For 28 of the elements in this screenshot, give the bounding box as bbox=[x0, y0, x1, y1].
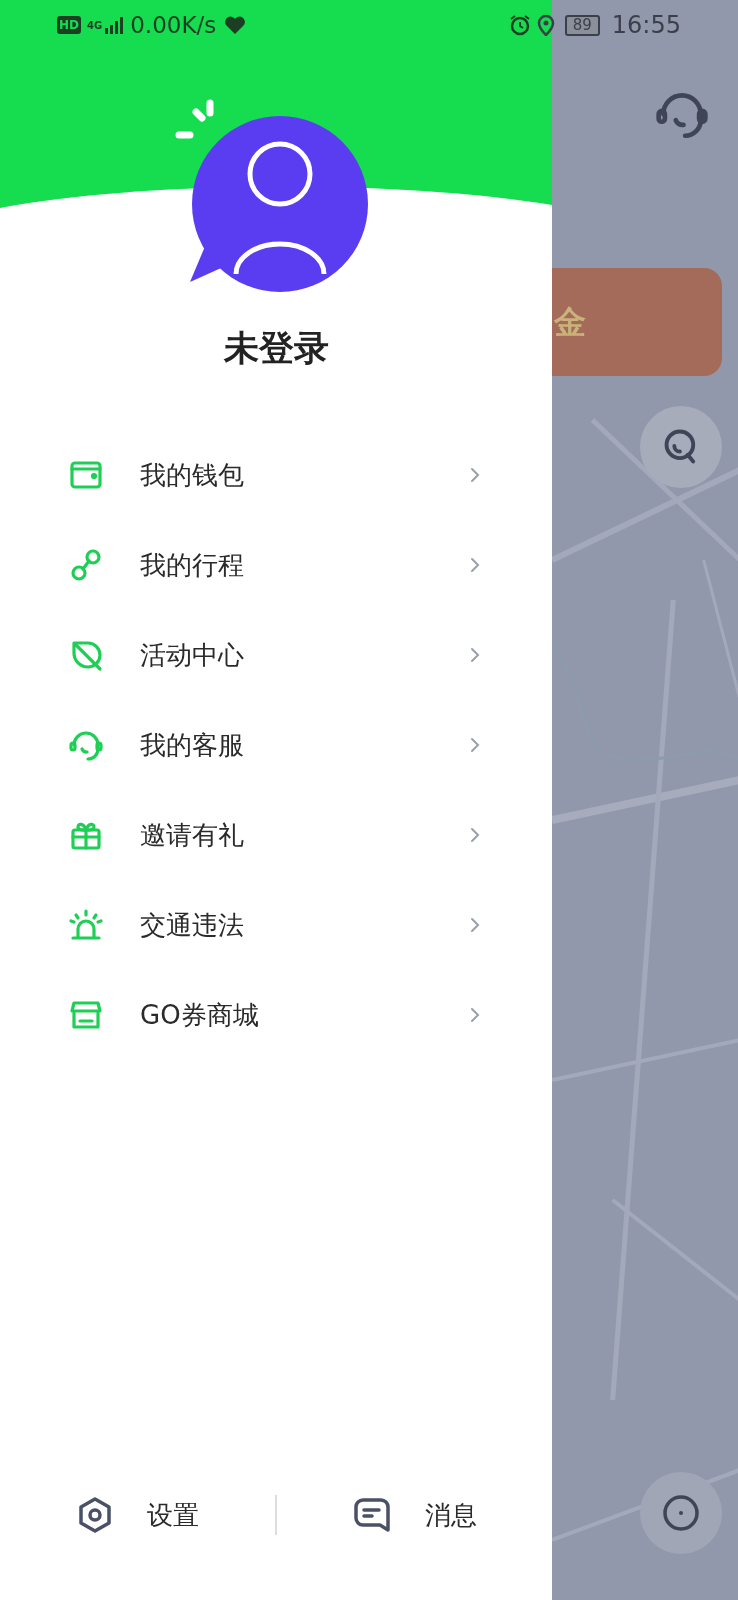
locate-icon bbox=[662, 1494, 700, 1532]
user-name[interactable]: 未登录 bbox=[223, 322, 329, 375]
footer-button[interactable]: 设置 bbox=[76, 1495, 199, 1535]
footer-button[interactable]: 消息 bbox=[352, 1495, 477, 1535]
network-label: 4G bbox=[87, 18, 103, 33]
siren-icon bbox=[68, 907, 104, 943]
chevron-icon bbox=[470, 1007, 480, 1023]
chevron-icon bbox=[470, 647, 480, 663]
menu-item[interactable]: 我的钱包 bbox=[0, 430, 552, 520]
location-icon bbox=[536, 14, 555, 36]
chevron-icon bbox=[470, 827, 480, 843]
menu-item[interactable]: 交通违法 bbox=[0, 880, 552, 970]
chevron-icon bbox=[470, 557, 480, 573]
network-speed: 0.00K/s bbox=[130, 10, 217, 40]
clock-time: 16:55 bbox=[611, 10, 681, 41]
chevron-icon bbox=[470, 467, 480, 483]
hd-badge: HD bbox=[57, 16, 81, 34]
chevron-icon bbox=[470, 917, 480, 933]
heart-icon bbox=[224, 15, 247, 35]
menu-item[interactable]: 邀请有礼 bbox=[0, 790, 552, 880]
message-icon bbox=[352, 1496, 391, 1534]
alarm-icon bbox=[508, 14, 531, 36]
menu-item[interactable]: 我的行程 bbox=[0, 520, 552, 610]
menu-item[interactable]: 活动中心 bbox=[0, 610, 552, 700]
menu-item[interactable]: GO券商城 bbox=[0, 970, 552, 1060]
menu-item[interactable]: 我的客服 bbox=[0, 700, 552, 790]
chevron-icon bbox=[470, 737, 480, 753]
settings-icon bbox=[76, 1496, 113, 1534]
